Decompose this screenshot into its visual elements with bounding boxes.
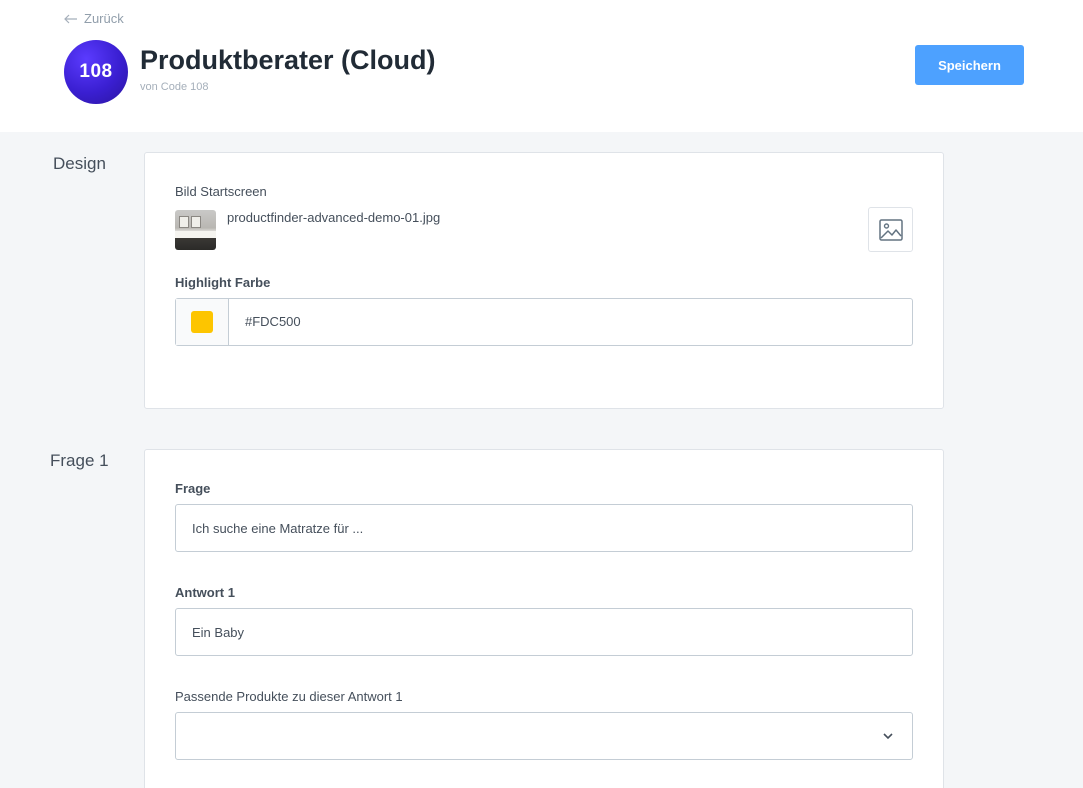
matching-products-label: Passende Produkte zu dieser Antwort 1	[175, 689, 403, 704]
color-swatch	[191, 311, 213, 333]
start-image-label: Bild Startscreen	[175, 184, 267, 199]
app-logo: 108	[64, 40, 128, 104]
back-link[interactable]: Zurück	[64, 11, 124, 26]
design-card: Bild Startscreen productfinder-advanced-…	[144, 152, 944, 409]
question-1-card: Frage Ich suche eine Matratze für ... An…	[144, 449, 944, 788]
image-icon	[878, 218, 903, 241]
logo-text: 108	[79, 61, 113, 82]
page-header: Zurück 108 Produktberater (Cloud) von Co…	[0, 0, 1083, 132]
answer-1-label: Antwort 1	[175, 585, 235, 600]
start-image-filename: productfinder-advanced-demo-01.jpg	[227, 210, 441, 225]
back-label: Zurück	[84, 11, 124, 26]
question-label: Frage	[175, 481, 211, 496]
color-picker-button[interactable]	[176, 299, 229, 345]
choose-image-button[interactable]	[868, 207, 913, 252]
section-label-design: Design	[53, 154, 106, 173]
answer-1-input[interactable]: Ein Baby	[175, 608, 913, 656]
question-input[interactable]: Ich suche eine Matratze für ...	[175, 504, 913, 552]
highlight-color-label: Highlight Farbe	[175, 275, 271, 290]
arrow-left-icon	[64, 14, 77, 23]
save-button[interactable]: Speichern	[915, 45, 1024, 85]
highlight-color-field: #FDC500	[175, 298, 913, 346]
chevron-down-icon	[883, 733, 893, 740]
section-label-question-1: Frage 1	[50, 451, 109, 470]
highlight-color-input[interactable]: #FDC500	[245, 314, 301, 329]
page-subtitle: von Code 108	[140, 81, 209, 93]
page-title: Produktberater (Cloud)	[140, 45, 436, 75]
start-image-thumbnail	[175, 210, 216, 250]
matching-products-select[interactable]	[175, 712, 913, 760]
